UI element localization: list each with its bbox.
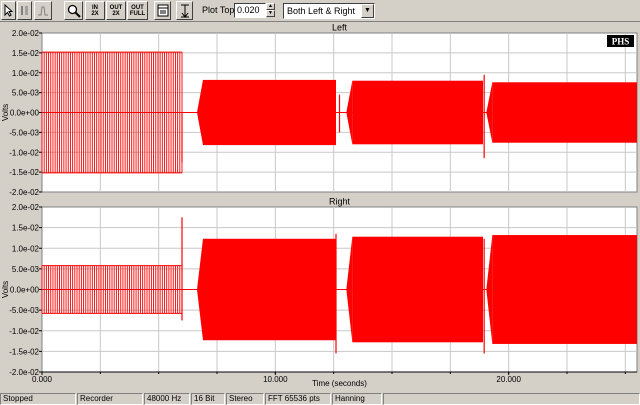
left-waveform-segment <box>203 79 336 146</box>
left-panel-title: Left <box>332 23 348 33</box>
plot-window-icon <box>157 4 168 17</box>
plot-top-label: Plot Top: <box>202 5 237 15</box>
pointer-tool-button[interactable] <box>1 1 16 20</box>
right-y-tick-label: 5.0e-03 <box>12 265 40 274</box>
zoom-full-label-bottom: FULL <box>129 10 146 17</box>
right-y-tick-label: 2.0e-02 <box>12 203 40 212</box>
peak-tool-button[interactable] <box>34 1 52 20</box>
right-y-tick-label: -1.0e-02 <box>9 327 39 336</box>
left-y-tick-label: -1.5e-02 <box>9 168 39 177</box>
vertical-scale-button[interactable] <box>176 1 193 20</box>
status-bar: Stopped Recorder 48000 Hz 16 Bit Stereo … <box>0 392 640 405</box>
left-y-tick-label: 1.0e-02 <box>12 69 40 78</box>
right-channel-panel: Right 2.0e-02 1.5e-02 1.0e-02 5.0e-03 0.0e+00… <box>1 196 638 377</box>
left-y-tick-label: 5.0e-03 <box>12 89 40 98</box>
left-y-tick-label: 0.0e+00 <box>10 109 40 118</box>
magnifier-icon <box>67 4 81 18</box>
spin-up-icon[interactable]: ▲ <box>266 3 275 10</box>
plot-settings-button[interactable] <box>154 1 171 20</box>
status-empty-cell <box>383 393 640 405</box>
right-panel-title: Right <box>329 197 351 207</box>
plot-top-input[interactable]: 0.020 <box>234 3 266 18</box>
left-y-tick-label: 1.5e-02 <box>12 49 40 58</box>
right-y-tick-label: -5.0e-03 <box>9 306 39 315</box>
zoom-button[interactable] <box>64 1 83 20</box>
left-y-tick-label: -5.0e-03 <box>9 128 39 137</box>
spin-down-icon[interactable]: ▼ <box>266 10 275 17</box>
right-waveform-segment <box>203 238 336 341</box>
channel-select[interactable]: Both Left & Right ▼ <box>283 3 375 19</box>
waveform-plot: Left 2.0e-02 1.5e-02 1.0e-02 5.0e-03 0.0e+00 -… <box>0 22 640 392</box>
marker-tool-button[interactable] <box>17 1 32 20</box>
right-y-tick-label: 1.5e-02 <box>12 224 40 233</box>
right-y-axis-label: Volts <box>1 281 10 298</box>
left-y-tick-label: 2.0e-02 <box>12 29 40 38</box>
status-state: Stopped <box>0 393 76 405</box>
toolbar: IN 2X OUT 2X OUT FULL Plot Top: 0.020 ▲ ▼ B… <box>0 0 640 22</box>
phs-logo-text: PHS <box>612 37 630 47</box>
cursor-arrow-icon <box>4 4 14 17</box>
plot-top-spinner[interactable]: ▲ ▼ <box>266 3 275 18</box>
zoom-out-full-button[interactable]: OUT FULL <box>127 1 148 20</box>
x-tick-label: 10.000 <box>263 375 288 384</box>
zoom-in-2x-button[interactable]: IN 2X <box>85 1 105 20</box>
right-waveform-segment <box>352 236 483 343</box>
vertical-scale-icon <box>180 4 189 18</box>
left-waveform-segment <box>492 82 637 143</box>
left-y-tick-label: -1.0e-02 <box>9 148 39 157</box>
x-tick-label: 20.000 <box>496 375 521 384</box>
zoom-in-label-bottom: 2X <box>91 10 99 17</box>
left-y-tick-label: -2.0e-02 <box>9 188 39 197</box>
status-channels: Stereo <box>226 393 264 405</box>
zoom-out-label-bottom: 2X <box>112 10 120 17</box>
status-sample-rate: 48000 Hz <box>144 393 190 405</box>
x-tick-label: 0.000 <box>32 375 53 384</box>
phs-logo: PHS <box>607 35 634 47</box>
right-y-tick-label: 1.0e-02 <box>12 244 40 253</box>
zoom-out-2x-button[interactable]: OUT 2X <box>106 1 126 20</box>
right-waveform-segment <box>492 235 637 344</box>
x-axis-label: Time (seconds) <box>312 379 367 388</box>
status-fft: FFT 65536 pts <box>265 393 331 405</box>
chevron-down-icon[interactable]: ▼ <box>361 4 374 18</box>
status-mode: Recorder <box>77 393 143 405</box>
left-waveform-segment <box>352 80 483 145</box>
channel-select-value: Both Left & Right <box>287 6 356 16</box>
status-bits: 16 Bit <box>191 393 225 405</box>
peak-waveform-icon <box>38 6 48 16</box>
left-channel-panel: Left 2.0e-02 1.5e-02 1.0e-02 5.0e-03 0.0e+00 -… <box>1 22 638 197</box>
marker-bar-icon <box>21 6 28 15</box>
status-window: Hanning <box>332 393 382 405</box>
right-y-tick-label: 0.0e+00 <box>10 286 40 295</box>
left-y-axis-label: Volts <box>1 104 10 121</box>
right-y-tick-label: -1.5e-02 <box>9 347 39 356</box>
